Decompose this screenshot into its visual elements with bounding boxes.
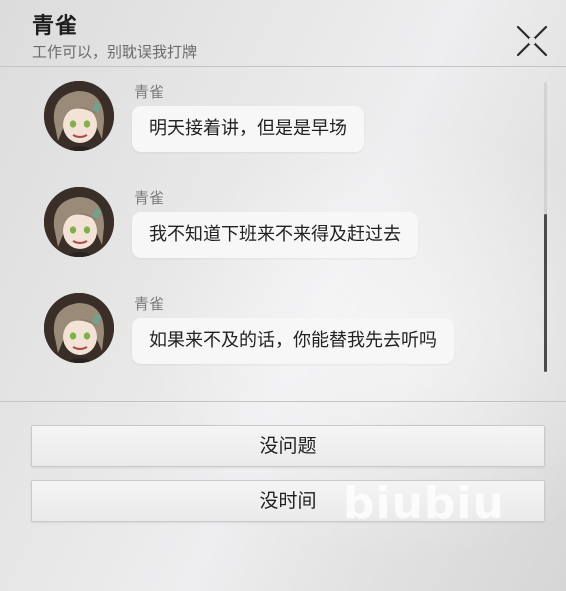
message-sender: 青雀 (134, 83, 165, 101)
message-sender: 青雀 (134, 295, 165, 313)
character-avatar-icon (44, 81, 114, 151)
message-sender: 青雀 (134, 189, 165, 207)
contact-name: 青雀 (32, 14, 79, 39)
close-button[interactable] (512, 21, 552, 61)
message-item: 青雀 明天接着讲，但是是早场 (0, 81, 540, 181)
message-bubble: 明天接着讲，但是是早场 (132, 106, 364, 152)
contact-signature: 工作可以，别耽误我打牌 (32, 43, 198, 61)
sender-avatar (44, 293, 114, 363)
character-avatar-icon (44, 293, 114, 363)
sender-avatar (44, 187, 114, 257)
footer-divider (0, 401, 566, 402)
message-item: 青雀 我不知道下班来不来得及赶过去 (0, 187, 540, 287)
close-icon (516, 25, 548, 57)
message-item: 青雀 如果来不及的话，你能替我先去听吗 (0, 293, 540, 393)
sender-avatar (44, 81, 114, 151)
scrollbar-thumb[interactable] (544, 214, 547, 372)
message-bubble: 我不知道下班来不来得及赶过去 (132, 212, 418, 258)
chat-history[interactable]: 青雀 明天接着讲，但是是早场 青雀 我不知道下班来不来得及赶过去 青雀 如果来不… (0, 67, 566, 401)
dialog-header: 青雀 工作可以，别耽误我打牌 (0, 0, 566, 66)
character-avatar-icon (44, 187, 114, 257)
message-bubble: 如果来不及的话，你能替我先去听吗 (132, 318, 454, 364)
reply-option-no-time[interactable]: 没时间 (31, 480, 545, 522)
reply-option-no-problem[interactable]: 没问题 (31, 425, 545, 467)
